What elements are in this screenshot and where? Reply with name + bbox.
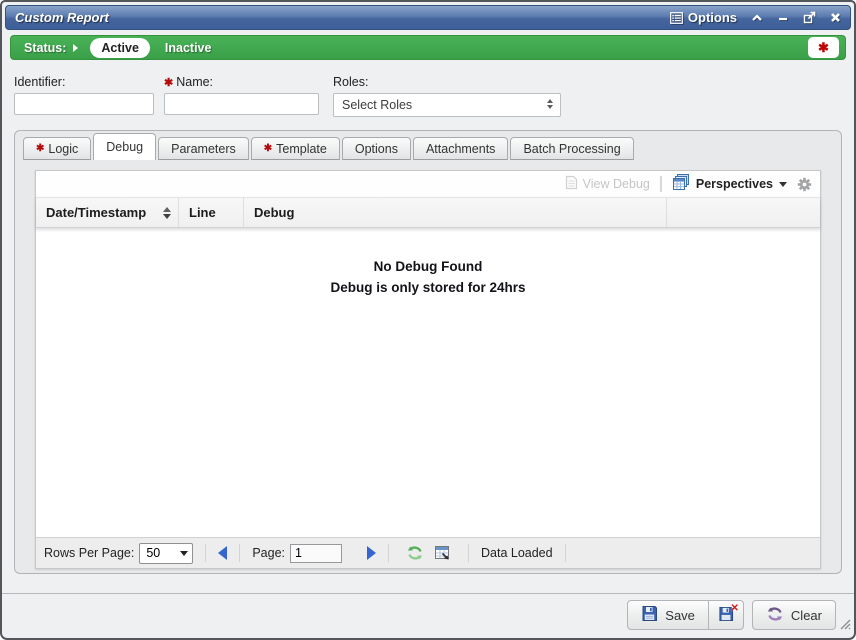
tab-strip: ✱ Logic Debug Parameters ✱ Template Opti… <box>23 133 636 160</box>
column-header-date-timestamp: Date/Timestamp <box>36 198 179 227</box>
perspectives-icon <box>672 174 690 194</box>
tab-parameters[interactable]: Parameters <box>158 137 249 160</box>
previous-page-icon[interactable] <box>218 546 227 560</box>
pagination-bar: Rows Per Page: 50 Page: <box>36 537 820 568</box>
collapse-icon[interactable] <box>751 13 763 23</box>
status-bar: Status: Active Inactive ✱ <box>10 35 846 60</box>
page-label: Page: <box>252 546 285 560</box>
data-loaded-status: Data Loaded <box>481 546 553 560</box>
required-asterisk: ✱ <box>164 77 173 89</box>
roles-field-group: Roles: Select Roles <box>333 75 561 117</box>
perspectives-label: Perspectives <box>696 177 773 191</box>
status-expand-icon <box>73 44 78 52</box>
tab-attachments[interactable]: Attachments <box>413 137 508 160</box>
column-header-debug: Debug <box>244 198 667 227</box>
minimize-icon[interactable] <box>777 13 789 23</box>
roles-label: Roles: <box>333 75 561 89</box>
toolbar-separator <box>660 176 662 192</box>
form-row: Identifier: ✱Name: Roles: Select Roles <box>2 75 854 120</box>
name-input[interactable] <box>164 93 319 115</box>
export-table-icon[interactable] <box>434 545 451 561</box>
view-debug-button[interactable]: View Debug <box>565 175 650 193</box>
identifier-label: Identifier: <box>14 75 154 89</box>
close-icon[interactable] <box>830 12 841 23</box>
table-header-row: Date/Timestamp Line Debug <box>36 197 820 228</box>
roles-select[interactable]: Select Roles <box>333 93 561 117</box>
tab-debug[interactable]: Debug <box>93 133 156 160</box>
identifier-input[interactable] <box>14 93 154 115</box>
refresh-icon[interactable] <box>406 545 424 561</box>
popout-icon[interactable] <box>803 11 816 24</box>
perspectives-button[interactable]: Perspectives <box>672 174 787 194</box>
red-x-badge: ✕ <box>731 603 739 614</box>
tab-panel: ✱ Logic Debug Parameters ✱ Template Opti… <box>14 130 842 574</box>
column-header-empty <box>667 198 820 227</box>
status-option-inactive[interactable]: Inactive <box>165 41 212 55</box>
tab-template[interactable]: ✱ Template <box>251 137 340 160</box>
save-floppy-icon <box>641 605 658 625</box>
save-and-close-button[interactable]: ✕ <box>709 600 744 630</box>
tab-logic[interactable]: ✱ Logic <box>23 137 91 160</box>
empty-state-title: No Debug Found <box>36 256 820 277</box>
view-debug-label: View Debug <box>583 177 650 191</box>
options-button[interactable]: Options <box>670 10 737 25</box>
settings-gear-icon[interactable] <box>797 177 812 192</box>
required-fields-button[interactable]: ✱ <box>808 37 839 58</box>
status-option-active[interactable]: Active <box>90 38 150 58</box>
document-icon <box>565 175 578 193</box>
options-list-icon <box>670 12 683 24</box>
debug-table: View Debug Perspectives Date/Timestamp <box>35 170 821 569</box>
required-asterisk: ✱ <box>264 143 272 154</box>
empty-state-subtitle: Debug is only stored for 24hrs <box>36 277 820 298</box>
name-label: Name: <box>176 75 213 89</box>
table-body: No Debug Found Debug is only stored for … <box>36 228 820 537</box>
chevron-down-icon <box>779 182 787 187</box>
status-label: Status: <box>24 41 66 55</box>
sort-icon[interactable] <box>163 207 171 219</box>
column-header-line: Line <box>179 198 244 227</box>
footer-separator <box>205 544 206 562</box>
save-label: Save <box>665 608 695 623</box>
window-title: Custom Report <box>15 10 109 25</box>
footer-separator <box>388 544 389 562</box>
required-asterisk-icon: ✱ <box>818 40 829 56</box>
bottom-action-bar: Save ✕ Clear <box>627 600 836 630</box>
footer-separator <box>565 544 566 562</box>
tab-batch-processing[interactable]: Batch Processing <box>510 137 633 160</box>
footer-separator <box>239 544 240 562</box>
rows-per-page-label: Rows Per Page: <box>44 546 134 560</box>
name-field-group: ✱Name: <box>164 75 319 115</box>
titlebar: Custom Report Options <box>5 5 851 30</box>
clear-button[interactable]: Clear <box>752 600 836 630</box>
tab-options[interactable]: Options <box>342 137 411 160</box>
next-page-icon[interactable] <box>367 546 376 560</box>
page-input[interactable] <box>290 544 342 563</box>
custom-report-window: Custom Report Options Status: <box>0 0 856 640</box>
save-button[interactable]: Save <box>627 600 709 630</box>
resize-grip[interactable] <box>838 617 851 635</box>
options-label: Options <box>688 10 737 25</box>
clear-refresh-icon <box>766 606 784 625</box>
footer-separator <box>468 544 469 562</box>
table-toolbar: View Debug Perspectives <box>36 171 820 197</box>
clear-label: Clear <box>791 608 822 623</box>
bottom-divider <box>2 593 854 594</box>
rows-per-page-select[interactable]: 50 <box>139 543 193 564</box>
required-asterisk: ✱ <box>36 143 44 154</box>
identifier-field-group: Identifier: <box>14 75 154 115</box>
